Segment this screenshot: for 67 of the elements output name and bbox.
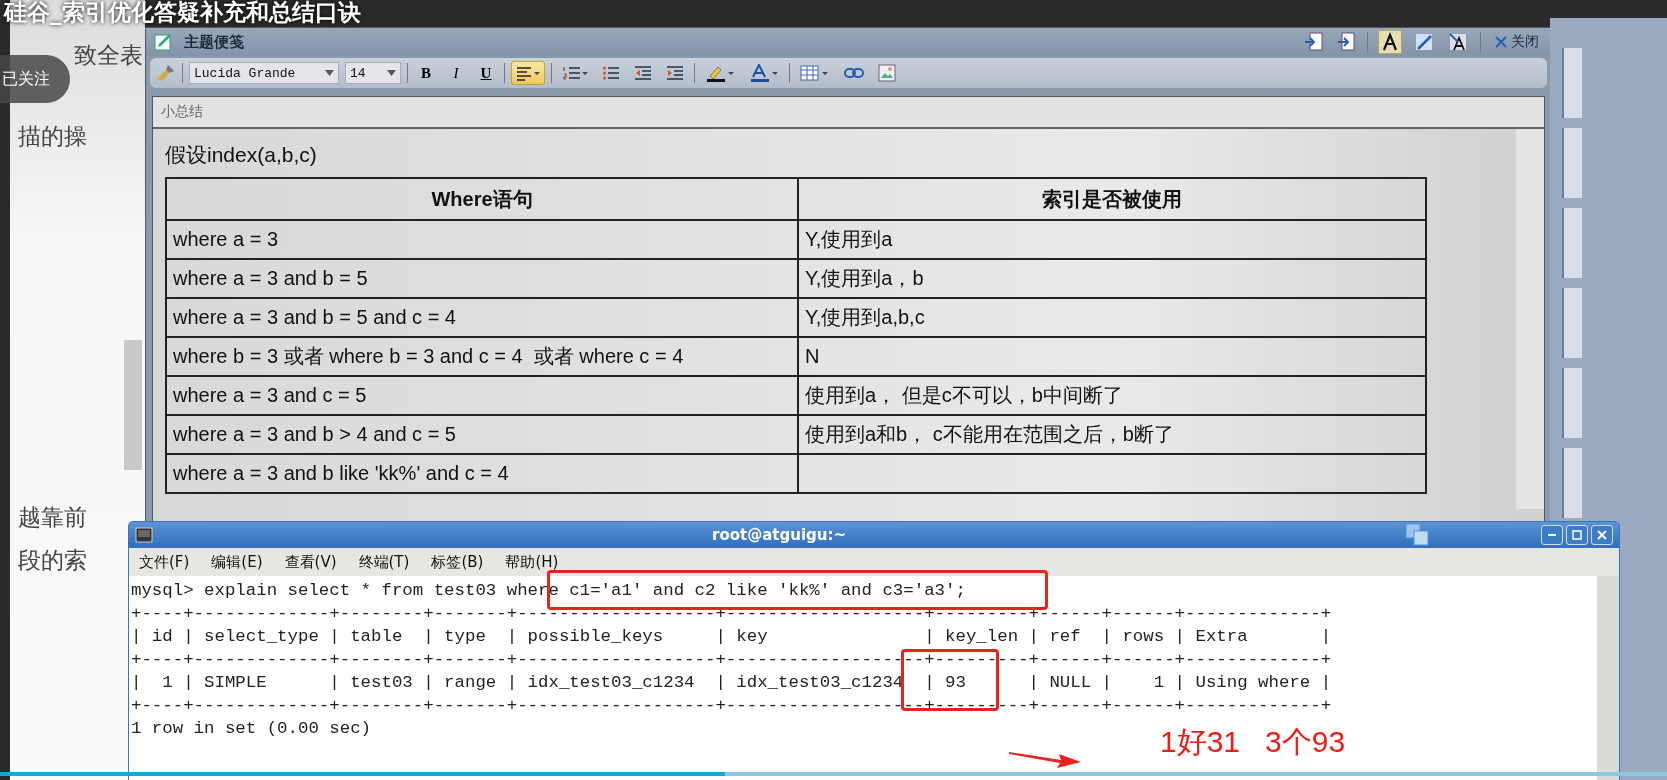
underline-button[interactable]: U — [474, 61, 498, 85]
menu-item[interactable]: 查看(V) — [284, 552, 337, 572]
menu-item[interactable]: 编辑(E) — [211, 552, 263, 572]
font-dropdown[interactable]: Lucida Grande — [189, 62, 339, 84]
scrollbar[interactable] — [1597, 576, 1619, 780]
document-text: 致全表 — [74, 41, 144, 70]
document-text: 越靠前 — [18, 503, 88, 532]
window-title: root@atguigu:~ — [712, 526, 846, 544]
column-header: 索引是否被使用 — [798, 178, 1426, 220]
table-cell: where a = 3 and b = 5 — [166, 259, 798, 298]
close-icon — [1495, 36, 1507, 48]
side-tab[interactable] — [1562, 128, 1582, 198]
scrollbar-thumb[interactable] — [124, 340, 142, 470]
terminal-line: 1 row in set (0.00 sec) — [131, 718, 372, 740]
menu-item[interactable]: 标签(B) — [431, 552, 484, 572]
document-text: 描的操 — [18, 122, 88, 151]
column-header: Where语句 — [166, 178, 798, 220]
maximize-icon — [1572, 530, 1582, 540]
size-dropdown[interactable]: 14 — [345, 62, 401, 84]
table-cell: where a = 3 and b > 4 and c = 5 — [166, 415, 798, 454]
table-cell: 使用到a， 但是c不可以，b中间断了 — [798, 376, 1426, 415]
menu-item[interactable]: 终端(T) — [358, 552, 410, 572]
caret-icon — [387, 70, 396, 76]
terminal-line: | 1 | SIMPLE | test03 | range | idx_test03_c1234 | idx_test03_c1234 | 93 | NULL | 1 | Using where | — [131, 672, 1332, 694]
menu-item[interactable]: 帮助(H) — [505, 552, 559, 572]
side-tab[interactable] — [1562, 448, 1582, 518]
minimize-icon — [1547, 534, 1557, 536]
table-cell: Y,使用到a，b — [798, 259, 1426, 298]
table-cell: Y,使用到a — [798, 220, 1426, 259]
table-cell: N — [798, 337, 1426, 376]
table-cell: Y,使用到a,b,c — [798, 298, 1426, 337]
follow-badge[interactable]: 已关注 — [0, 55, 70, 103]
windows-icon[interactable] — [1405, 523, 1431, 547]
brush-icon[interactable] — [156, 63, 176, 83]
caret-icon — [325, 70, 334, 76]
table-cell: where a = 3 and b = 5 and c = 4 — [166, 298, 798, 337]
editor-title: 主题便笺 — [184, 32, 244, 52]
text-style-button[interactable] — [1378, 30, 1402, 54]
document-text: 段的索 — [18, 546, 88, 575]
side-tab[interactable] — [1562, 48, 1582, 118]
note-title: 小总结 — [161, 103, 203, 121]
close-button[interactable] — [1591, 525, 1613, 545]
table-cell: where a = 3 — [166, 220, 798, 259]
table-cell: where b = 3 或者 where b = 3 and c = 4 或者 where c = 4 — [166, 337, 798, 376]
minimize-button[interactable] — [1541, 525, 1563, 545]
terminal-icon[interactable] — [135, 527, 153, 543]
table-cell: where a = 3 and c = 5 — [166, 376, 798, 415]
maximize-button[interactable] — [1566, 525, 1588, 545]
terminal-line: +----+-------------+--------+-------+-------------------+-------------------+---------+------+------+-------------+ — [131, 603, 1332, 625]
scrollbar[interactable] — [1516, 129, 1544, 509]
close-icon — [1597, 530, 1607, 540]
heading-text: 假设index(a,b,c) — [165, 142, 318, 168]
side-tab[interactable] — [1562, 288, 1582, 358]
export-icon[interactable] — [1335, 31, 1357, 53]
menu-item[interactable]: 文件(F) — [139, 552, 190, 572]
note-icon[interactable] — [154, 32, 174, 52]
italic-button[interactable]: I — [444, 61, 468, 85]
side-tab[interactable] — [1562, 208, 1582, 278]
table-cell: 使用到a和b， c不能用在范围之后，b断了 — [798, 415, 1426, 454]
terminal-line: | id | select_type | table | type | possible_keys | key | key_len | ref | rows | Extra | — [131, 626, 1332, 648]
bold-button[interactable]: B — [414, 61, 438, 85]
side-tab[interactable] — [1562, 368, 1582, 438]
import-icon[interactable] — [1303, 31, 1325, 53]
align-left-icon[interactable] — [511, 61, 545, 85]
annotation-text: 1好31 3个93 — [1160, 724, 1346, 760]
table-cell: where a = 3 and b like 'kk%' and c = 4 — [166, 454, 798, 493]
close-button[interactable]: 关闭 — [1491, 33, 1543, 51]
